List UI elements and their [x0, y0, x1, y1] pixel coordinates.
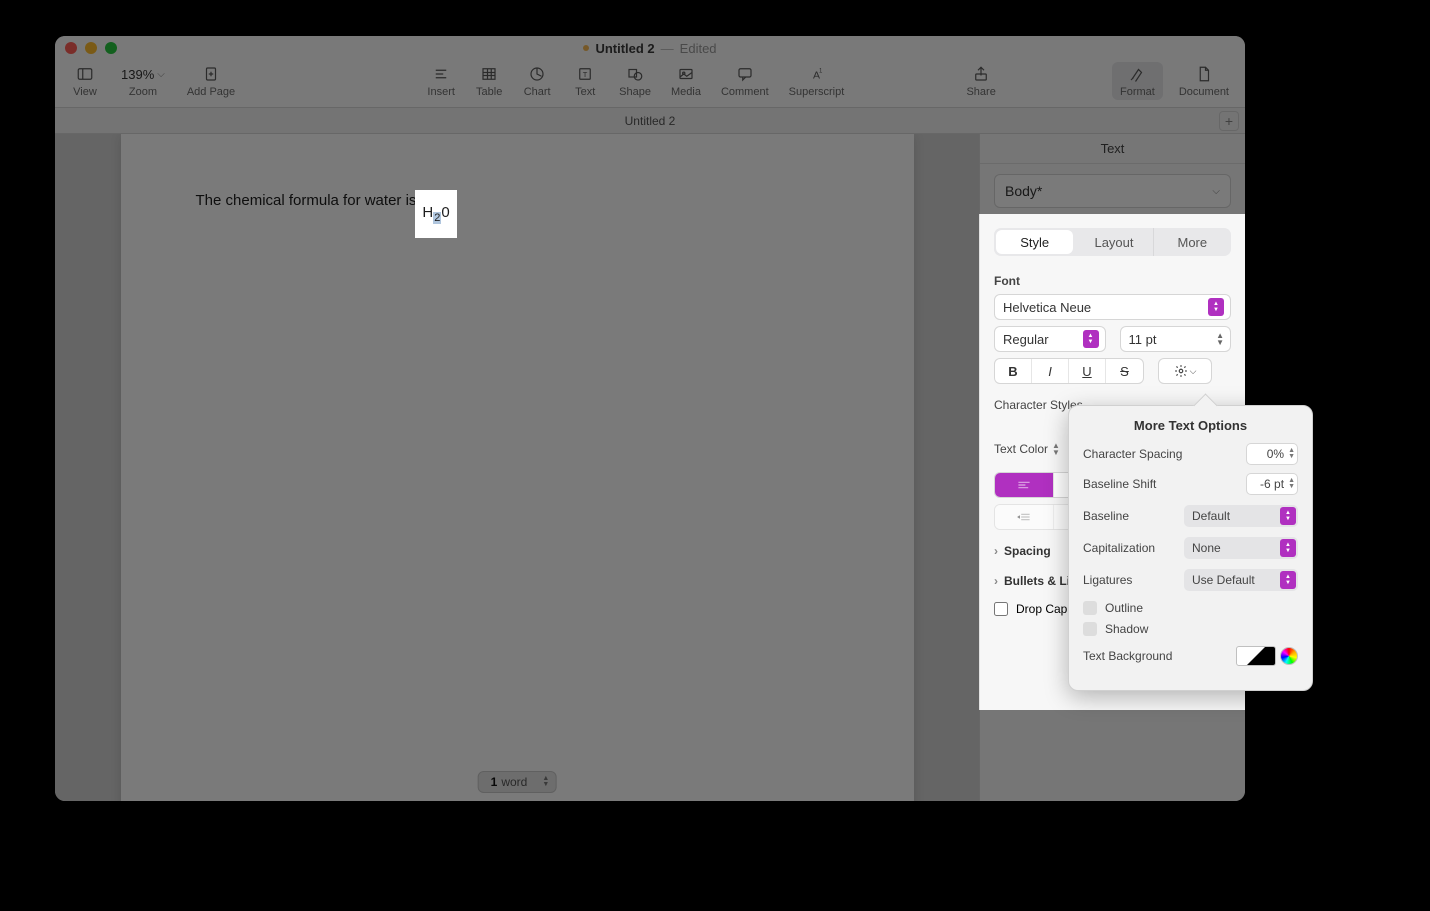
titlebar: Untitled 2 — Edited: [55, 36, 1245, 60]
window-title: Untitled 2 — Edited: [55, 41, 1245, 56]
tab-style[interactable]: Style: [996, 230, 1073, 254]
bold-button[interactable]: B: [995, 359, 1032, 383]
font-weight-dropdown[interactable]: Regular ▲▼: [994, 326, 1106, 352]
zoom-value: 139%⌵: [121, 64, 165, 84]
outline-checkbox[interactable]: [1083, 601, 1097, 615]
unsaved-dot-icon: [583, 45, 589, 51]
dropdown-arrows-icon: ▲▼: [1280, 507, 1296, 525]
underline-button[interactable]: U: [1069, 359, 1106, 383]
table-button[interactable]: Table: [469, 62, 509, 100]
page[interactable]: The chemical formula for water is H20: [121, 134, 914, 801]
table-icon: [478, 64, 500, 84]
share-button[interactable]: Share: [960, 62, 1001, 100]
new-tab-button[interactable]: +: [1219, 111, 1239, 131]
outdent-button[interactable]: [995, 505, 1054, 529]
chevron-updown-icon: ▲▼: [542, 776, 549, 788]
gear-icon: [1174, 364, 1188, 378]
chart-button[interactable]: Chart: [517, 62, 557, 100]
color-picker-button[interactable]: [1280, 647, 1298, 665]
baseline-shift-field[interactable]: -6 pt ▲▼: [1246, 473, 1298, 495]
view-button[interactable]: View: [65, 62, 105, 100]
shape-button[interactable]: Shape: [613, 62, 657, 100]
sidebar-icon: [74, 64, 96, 84]
text-button[interactable]: T Text: [565, 62, 605, 100]
tab-more[interactable]: More: [1154, 228, 1231, 256]
popover-title: More Text Options: [1083, 418, 1298, 433]
drop-cap-label: Drop Cap: [1016, 602, 1067, 616]
stepper-icon[interactable]: ▲▼: [1216, 332, 1224, 346]
baseline-shift-label: Baseline Shift: [1083, 477, 1156, 491]
document-tabs: Untitled 2 +: [55, 108, 1245, 134]
media-icon: [675, 64, 697, 84]
shadow-label: Shadow: [1105, 622, 1148, 636]
inspector-segment[interactable]: Style Layout More: [994, 228, 1231, 256]
edited-label: Edited: [680, 41, 717, 56]
font-family-dropdown[interactable]: Helvetica Neue ▲▼: [994, 294, 1231, 320]
chevron-down-icon: ⌵: [1190, 366, 1197, 377]
document-icon: [1193, 64, 1215, 84]
tab-layout[interactable]: Layout: [1075, 228, 1153, 256]
document-text[interactable]: The chemical formula for water is H20: [196, 192, 452, 209]
strikethrough-button[interactable]: S: [1106, 359, 1143, 383]
align-left-button[interactable]: [995, 473, 1054, 497]
comment-button[interactable]: Comment: [715, 62, 775, 100]
shape-icon: [624, 64, 646, 84]
inspector-tab-text[interactable]: Text: [980, 134, 1245, 164]
capitalization-label: Capitalization: [1083, 541, 1155, 555]
more-options-button[interactable]: ⌵: [1158, 358, 1212, 384]
more-text-options-popover: More Text Options Character Spacing 0% ▲…: [1068, 405, 1313, 691]
italic-button[interactable]: I: [1032, 359, 1069, 383]
media-button[interactable]: Media: [665, 62, 707, 100]
chevron-updown-icon: ▲▼: [1052, 442, 1060, 456]
drop-cap-checkbox[interactable]: [994, 602, 1008, 616]
baseline-dropdown[interactable]: Default ▲▼: [1184, 505, 1298, 527]
svg-text:T: T: [583, 70, 588, 79]
insert-icon: [430, 64, 452, 84]
shadow-checkbox[interactable]: [1083, 622, 1097, 636]
text-background-label: Text Background: [1083, 649, 1172, 663]
toolbar: View 139%⌵ Zoom Add Page Insert Table Ch…: [55, 60, 1245, 108]
superscript-button[interactable]: A1 Superscript: [783, 62, 851, 100]
dropdown-arrows-icon: ▲▼: [1280, 571, 1296, 589]
share-icon: [970, 64, 992, 84]
ligatures-label: Ligatures: [1083, 573, 1132, 587]
title-text: Untitled 2: [595, 41, 654, 56]
text-icon: T: [574, 64, 596, 84]
char-spacing-field[interactable]: 0% ▲▼: [1246, 443, 1298, 465]
add-page-icon: [200, 64, 222, 84]
chevron-down-icon: ⌵: [157, 69, 165, 80]
zoom-button[interactable]: 139%⌵ Zoom: [115, 62, 171, 100]
insert-button[interactable]: Insert: [421, 62, 461, 100]
text-background-swatch[interactable]: [1236, 646, 1276, 666]
document-button[interactable]: Document: [1173, 62, 1235, 100]
font-section-label: Font: [980, 268, 1245, 292]
stepper-icon[interactable]: ▲▼: [1288, 478, 1295, 490]
word-count[interactable]: 1 word ▲▼: [478, 771, 557, 793]
title-separator: —: [661, 41, 674, 56]
superscript-icon: A1: [805, 64, 827, 84]
baseline-label: Baseline: [1083, 509, 1129, 523]
comment-icon: [734, 64, 756, 84]
capitalization-dropdown[interactable]: None ▲▼: [1184, 537, 1298, 559]
dropdown-arrows-icon: ▲▼: [1208, 298, 1224, 316]
canvas[interactable]: The chemical formula for water is H20 1 …: [55, 134, 979, 801]
format-icon: [1126, 64, 1148, 84]
svg-text:1: 1: [819, 69, 823, 75]
stepper-icon[interactable]: ▲▼: [1288, 448, 1295, 460]
chart-icon: [526, 64, 548, 84]
dropdown-arrows-icon: ▲▼: [1280, 539, 1296, 557]
ligatures-dropdown[interactable]: Use Default ▲▼: [1184, 569, 1298, 591]
chevron-down-icon: ⌵: [1212, 186, 1220, 197]
dropdown-arrows-icon: ▲▼: [1083, 330, 1099, 348]
format-button[interactable]: Format: [1112, 62, 1163, 100]
text-style-group: B I U S: [994, 358, 1144, 384]
add-page-button[interactable]: Add Page: [181, 62, 241, 100]
font-size-field[interactable]: 11 pt ▲▼: [1120, 326, 1232, 352]
paragraph-style-dropdown[interactable]: Body* ⌵: [994, 174, 1231, 208]
bright-formula: H20: [422, 204, 449, 224]
outline-label: Outline: [1105, 601, 1143, 615]
char-spacing-label: Character Spacing: [1083, 447, 1182, 461]
tab-untitled[interactable]: Untitled 2: [625, 114, 676, 128]
